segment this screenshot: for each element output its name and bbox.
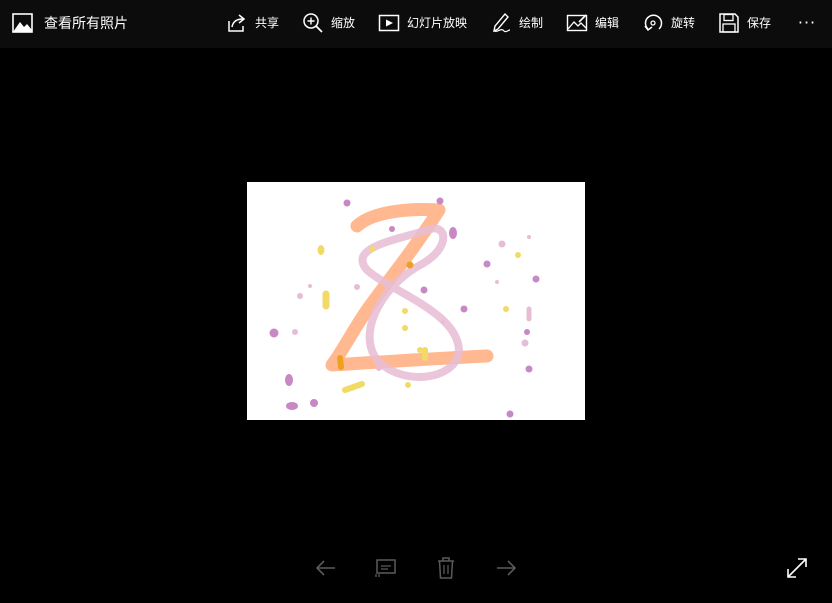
zoom-button[interactable]: 缩放 bbox=[302, 0, 358, 48]
trash-icon[interactable] bbox=[433, 555, 459, 581]
save-label: 保存 bbox=[747, 16, 772, 30]
edit-image-icon bbox=[566, 14, 588, 32]
share-button[interactable]: 共享 bbox=[226, 0, 282, 48]
zoom-in-icon bbox=[303, 13, 323, 33]
view-all-photos-label: 查看所有照片 bbox=[44, 16, 128, 32]
edit-label: 编辑 bbox=[595, 16, 620, 30]
next-arrow-icon[interactable] bbox=[493, 555, 519, 581]
photos-app-icon bbox=[12, 13, 33, 33]
rotate-icon bbox=[644, 14, 663, 32]
zoom-label: 缩放 bbox=[331, 16, 356, 30]
fullscreen-expand-icon[interactable] bbox=[785, 556, 809, 580]
draw-label: 绘制 bbox=[519, 16, 544, 30]
slideshow-icon bbox=[378, 14, 400, 32]
photos-app-window: 查看所有照片 共享 缩放 幻灯片放映 绘制 编辑 旋转 保存 ··· bbox=[0, 0, 832, 603]
edit-button[interactable]: 编辑 bbox=[566, 0, 622, 48]
top-toolbar: 查看所有照片 共享 缩放 幻灯片放映 绘制 编辑 旋转 保存 ··· bbox=[0, 0, 832, 48]
displayed-photo bbox=[247, 182, 585, 420]
photo-drawing-art bbox=[269, 197, 540, 418]
rotate-label: 旋转 bbox=[671, 16, 696, 30]
slideshow-button[interactable]: 幻灯片放映 bbox=[378, 0, 470, 48]
rotate-button[interactable]: 旋转 bbox=[642, 0, 698, 48]
save-disk-icon bbox=[719, 13, 739, 33]
slideshow-label: 幻灯片放映 bbox=[407, 16, 468, 30]
draw-button[interactable]: 绘制 bbox=[490, 0, 546, 48]
share-icon bbox=[228, 14, 246, 32]
draw-pen-icon bbox=[493, 12, 511, 33]
save-button[interactable]: 保存 bbox=[718, 0, 774, 48]
share-label: 共享 bbox=[255, 16, 280, 30]
compare-icon[interactable] bbox=[373, 555, 399, 581]
previous-arrow-icon[interactable] bbox=[313, 555, 339, 581]
view-all-photos-button[interactable]: 查看所有照片 bbox=[0, 0, 150, 48]
more-options-button[interactable]: ··· bbox=[792, 12, 822, 36]
